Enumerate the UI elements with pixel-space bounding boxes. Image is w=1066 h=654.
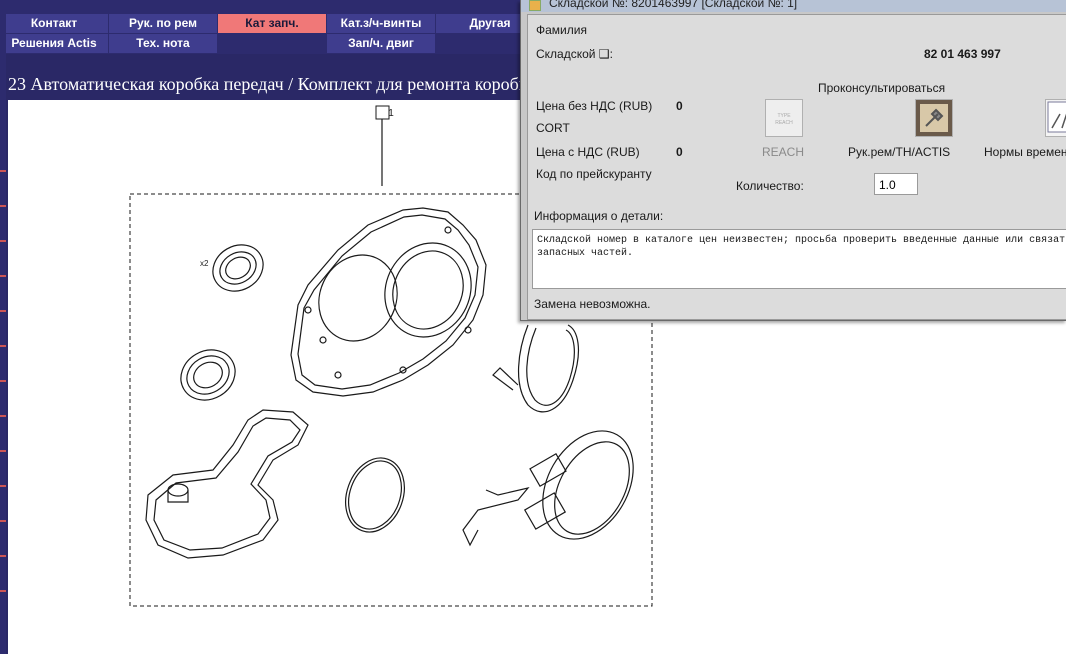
oil-seal-small (212, 244, 264, 292)
oil-seal-large (180, 349, 236, 401)
o-ring (345, 457, 405, 533)
tab-repair-manual[interactable]: Рук. по рем (109, 14, 217, 33)
svg-text:REACH: REACH (775, 120, 793, 126)
price-vat-label: Цена с НДС (RUB) (536, 145, 640, 159)
cort-label: CORT (536, 121, 570, 135)
price-no-vat-value: 0 (676, 99, 683, 113)
tab-engine-parts[interactable]: Зап/ч. двиг (327, 34, 435, 53)
housing-gasket (290, 207, 487, 397)
consult-label: Проконсультироваться (818, 81, 946, 95)
repair-manual-icon[interactable] (915, 99, 953, 137)
brake-band-upper (492, 324, 580, 413)
part-info-dialog: Складской №: 8201463997 [Складской №: 1]… (520, 0, 1066, 321)
page-title: 23 Автоматическая коробка передач / Комп… (8, 74, 602, 94)
family-label: Фамилия (536, 23, 587, 37)
callout-box (375, 105, 390, 120)
tab-actis-solutions[interactable]: Решения Actis (0, 34, 108, 53)
retaining-clip (462, 487, 530, 547)
quantity-input[interactable]: 1.0 (874, 173, 918, 195)
tab-contact[interactable]: Контакт (0, 14, 108, 33)
reach-label: REACH (762, 145, 805, 159)
reach-icon[interactable]: TYPE REACH (765, 99, 803, 137)
dialog-content: Фамилия Складской ❑: 82 01 463 997 Проко… (527, 14, 1066, 320)
labour-times-icon[interactable] (1045, 99, 1066, 137)
left-edge-strip (0, 0, 6, 654)
repair-manual-label: Рук.рем/TH/ACTIS (848, 145, 951, 159)
stock-number-value: 82 01 463 997 (924, 47, 1001, 61)
status-message: Замена невозможна. (534, 297, 651, 311)
quantity-label: x2 (200, 259, 209, 268)
stock-number-label: Складской ❑: (536, 47, 613, 61)
quantity-label: Количество: (736, 179, 804, 193)
svg-text:TYPE: TYPE (777, 113, 791, 119)
dialog-titlebar[interactable]: Складской №: 8201463997 [Складской №: 1] (521, 0, 1066, 12)
price-vat-value: 0 (676, 145, 683, 159)
callout-number: 1 (388, 108, 394, 119)
tab-empty (218, 34, 326, 53)
dialog-title: Складской №: 8201463997 [Складской №: 1] (549, 0, 798, 10)
tab-tech-note[interactable]: Тех. нота (109, 34, 217, 53)
oil-filter (145, 409, 309, 559)
price-list-code-label: Код по прейскуранту (536, 167, 652, 181)
java-cup-icon (529, 0, 541, 11)
labour-times-label: Нормы времени (984, 145, 1066, 159)
part-info-text: Складской номер в каталоге цен неизвесте… (537, 235, 1066, 259)
tab-parts-catalog[interactable]: Кат запч. (218, 14, 326, 33)
price-no-vat-label: Цена без НДС (RUB) (536, 99, 653, 113)
part-info-textarea[interactable]: Складской номер в каталоге цен неизвесте… (532, 229, 1066, 289)
nav-row-secondary: Решения Actis Тех. нота Зап/ч. двиг (0, 34, 436, 53)
tab-parts-screws[interactable]: Кат.з/ч-винты (327, 14, 435, 33)
nav-row-primary: Контакт Рук. по рем Кат запч. Кат.з/ч-ви… (0, 14, 545, 33)
brake-band-lower (523, 430, 634, 540)
part-info-label: Информация о детали: (534, 209, 664, 223)
